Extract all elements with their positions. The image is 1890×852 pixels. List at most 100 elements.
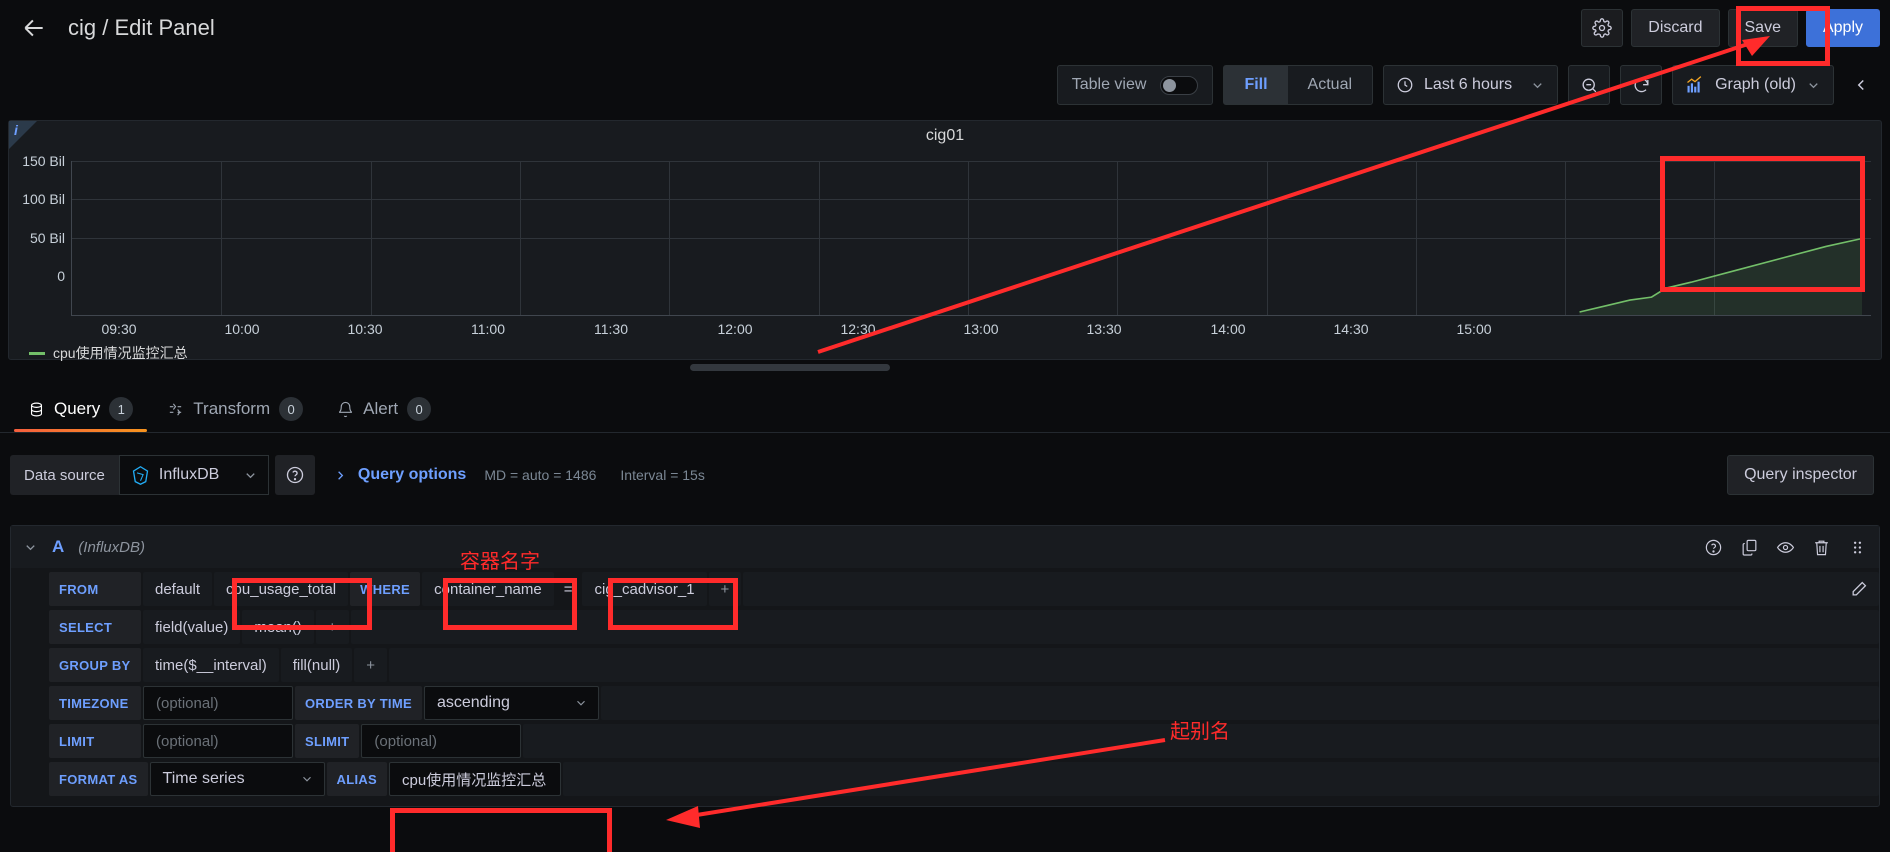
- select-field-segment[interactable]: field(value): [143, 610, 241, 644]
- x-tick-label: 11:30: [594, 321, 628, 337]
- refresh-button[interactable]: [1620, 65, 1663, 105]
- apply-button[interactable]: Apply: [1805, 9, 1880, 47]
- table-view-toggle[interactable]: Table view: [1056, 65, 1214, 105]
- row-filler: [389, 648, 1879, 682]
- x-tick-label: 14:30: [1333, 321, 1369, 337]
- x-tick-label: 12:30: [840, 321, 876, 337]
- x-tick-label: 11:00: [471, 321, 505, 337]
- chevron-down-icon: [577, 700, 585, 706]
- x-tick-label: 10:30: [347, 321, 383, 337]
- x-tick-label: 15:00: [1456, 321, 1492, 337]
- group-by-fill-segment[interactable]: fill(null): [280, 648, 353, 682]
- discard-button[interactable]: Discard: [1631, 9, 1720, 47]
- series-fill: [1579, 238, 1863, 315]
- alias-input[interactable]: cpu使用情况监控汇总: [389, 762, 562, 796]
- tab-alert[interactable]: Alert 0: [323, 386, 445, 432]
- collapse-options-button[interactable]: [1844, 65, 1878, 105]
- max-data-points-info: MD = auto = 1486: [484, 467, 597, 483]
- query-header: A (InfluxDB): [11, 526, 1879, 568]
- toggle-text-edit-mode-button[interactable]: [1845, 574, 1873, 602]
- save-button[interactable]: Save: [1727, 9, 1798, 47]
- bar-chart-icon: [1687, 76, 1702, 93]
- add-group-by-button[interactable]: +: [354, 648, 387, 682]
- y-tick-label: 100 Bil: [22, 191, 65, 207]
- chevron-down-icon[interactable]: [23, 540, 38, 555]
- order-by-time-select[interactable]: ascending: [423, 686, 599, 720]
- order-by-time-value: ascending: [436, 694, 510, 711]
- query-row-group-by: GROUP BY time($__interval) fill(null) +: [49, 648, 1879, 682]
- datasource-help-button[interactable]: [274, 455, 315, 495]
- viz-picker-label: Graph (old): [1715, 76, 1796, 93]
- query-inspector-button[interactable]: Query inspector: [1727, 455, 1874, 495]
- x-tick-label: 13:00: [963, 321, 999, 337]
- fit-radio-group: Fill Actual: [1223, 65, 1374, 105]
- duplicate-icon[interactable]: [1740, 538, 1759, 557]
- eye-icon[interactable]: [1776, 538, 1795, 557]
- annotation-label-alias: 起别名: [1170, 721, 1230, 743]
- group-by-label: GROUP BY: [49, 648, 141, 682]
- tab-badge: 0: [279, 397, 304, 421]
- legend[interactable]: cpu使用情况监控汇总: [29, 343, 188, 363]
- time-range-picker[interactable]: Last 6 hours: [1383, 65, 1559, 105]
- where-key-segment[interactable]: container_name: [422, 572, 554, 606]
- panel-settings-button[interactable]: [1581, 9, 1624, 47]
- arrow-left-icon: [24, 19, 43, 37]
- limit-input[interactable]: (optional): [143, 724, 293, 758]
- annotation-box-alias: [390, 808, 612, 852]
- switch-knob: [1163, 78, 1177, 92]
- alias-label: ALIAS: [326, 762, 388, 796]
- datasource-picker[interactable]: InfluxDB: [118, 455, 269, 495]
- timezone-label: TIMEZONE: [49, 686, 141, 720]
- horizontal-scrollbar[interactable]: [690, 364, 890, 371]
- group-by-time-segment[interactable]: time($__interval): [143, 648, 279, 682]
- legend-label: cpu使用情况监控汇总: [53, 345, 188, 361]
- query-letter[interactable]: A: [52, 537, 64, 557]
- where-value-segment[interactable]: cig_cadvisor_1: [582, 572, 707, 606]
- tab-transform[interactable]: Transform 0: [153, 386, 317, 432]
- actual-option[interactable]: Actual: [1288, 66, 1372, 104]
- format-as-select[interactable]: Time series: [149, 762, 325, 796]
- query-row-select: SELECT field(value) mean() +: [49, 610, 1879, 644]
- format-as-value: Time series: [162, 770, 245, 787]
- query-editor-a: A (InfluxDB) FROM default cpu_usage_tota…: [10, 525, 1880, 807]
- slimit-input[interactable]: (optional): [361, 724, 522, 758]
- add-where-button[interactable]: +: [708, 572, 742, 606]
- datasource-row: Data source InfluxDB Query options MD = …: [0, 455, 1890, 495]
- help-circle-icon[interactable]: [1704, 538, 1723, 557]
- panel-title: cig01: [925, 127, 965, 144]
- graph-panel: i cig01 150 Bil 100 Bil 50 Bil 0 09:30 1…: [8, 120, 1882, 363]
- influxdb-icon: [132, 465, 149, 485]
- back-button[interactable]: [8, 8, 60, 48]
- query-actions: [1704, 538, 1867, 557]
- measurement-segment[interactable]: cpu_usage_total: [214, 572, 349, 606]
- row-filler: [350, 610, 1879, 644]
- tab-query[interactable]: Query 1: [14, 386, 148, 432]
- drag-handle-icon[interactable]: [1848, 538, 1867, 557]
- query-row-limit: LIMIT (optional) SLIMIT (optional): [49, 724, 1879, 758]
- fill-option[interactable]: Fill: [1224, 66, 1288, 104]
- viz-picker[interactable]: Graph (old): [1672, 65, 1834, 105]
- pencil-icon: [1852, 581, 1866, 595]
- datasource-value: InfluxDB: [158, 466, 220, 483]
- select-function-segment[interactable]: mean(): [242, 610, 314, 644]
- add-select-button[interactable]: +: [315, 610, 349, 644]
- zoom-out-button[interactable]: [1568, 65, 1611, 105]
- where-operator-segment[interactable]: =: [556, 572, 581, 606]
- timezone-input[interactable]: (optional): [143, 686, 293, 720]
- plot-area[interactable]: [71, 161, 1871, 316]
- chevron-down-icon: [1533, 82, 1542, 88]
- tab-badge: 0: [407, 397, 432, 421]
- y-tick-label: 50 Bil: [29, 230, 65, 246]
- trash-icon[interactable]: [1812, 538, 1831, 557]
- retention-policy-segment[interactable]: default: [143, 572, 213, 606]
- x-tick-label: 09:30: [101, 321, 137, 337]
- slimit-label: SLIMIT: [295, 724, 360, 758]
- query-row-timezone: TIMEZONE (optional) ORDER BY TIME ascend…: [49, 686, 1879, 720]
- x-tick-label: 14:00: [1210, 321, 1246, 337]
- table-view-label: Table view: [1071, 76, 1147, 93]
- tab-badge: 1: [109, 397, 134, 421]
- table-view-switch[interactable]: [1160, 75, 1199, 95]
- query-options-toggle[interactable]: Query options MD = auto = 1486 Interval …: [333, 466, 705, 484]
- tab-label: Query: [54, 399, 101, 418]
- row-filler: [563, 762, 1879, 796]
